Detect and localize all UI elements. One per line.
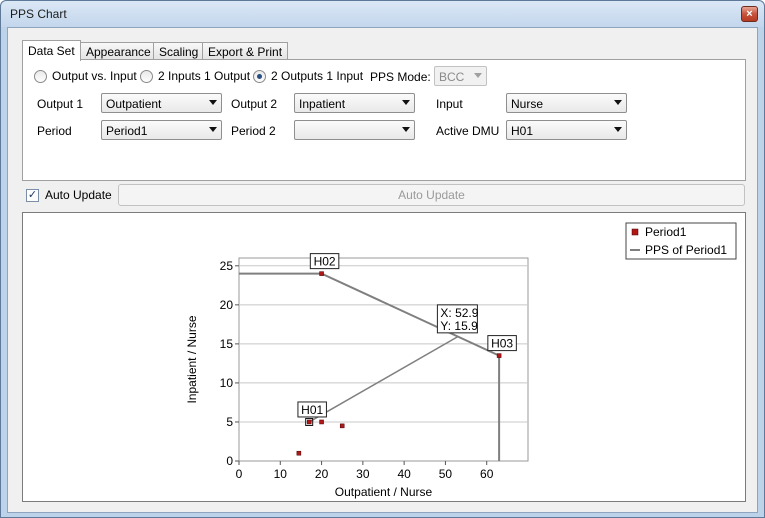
chevron-down-icon [209,100,217,105]
input-value: Nurse [511,97,544,111]
tab-appearance[interactable]: Appearance [80,42,157,60]
window-client-area: Data Set Appearance Scaling Export & Pri… [7,27,758,513]
x-tick-label: 20 [315,467,329,481]
y-tick-label: 20 [220,298,234,312]
point-label: H01 [301,403,323,417]
y-tick-label: 25 [220,259,234,273]
pps-chart: 0 5 10 15 20 25 0 10 20 30 40 50 60 Outpatient / Nurs… [185,222,737,499]
chevron-down-icon [209,127,217,132]
checkmark-icon: ✓ [26,188,39,202]
x-tick-label: 50 [439,467,453,481]
pps-mode-select[interactable]: BCC [434,66,487,86]
radio-output-vs-input[interactable]: Output vs. Input [34,69,137,83]
output1-select[interactable]: Outpatient [101,93,222,113]
period-select[interactable]: Period1 [101,120,222,140]
x-tick-label: 30 [356,467,370,481]
output1-value: Outpatient [106,97,162,111]
radio-label: 2 Outputs 1 Input [271,69,364,83]
data-point [496,353,502,358]
legend-label-pps: PPS of Period1 [645,243,727,257]
chevron-down-icon [614,127,622,132]
output2-value: Inpatient [299,97,346,111]
input-label: Input [436,97,463,111]
tab-label: Scaling [159,45,199,59]
plot-area [238,257,529,462]
radio-label: 2 Inputs 1 Output [158,69,251,83]
radio-indicator [253,69,266,83]
chevron-down-icon [402,100,410,105]
x-tick-label: 40 [397,467,411,481]
input-select[interactable]: Nurse [506,93,627,113]
projection-y-label: Y: 15.9 [440,319,478,333]
data-point [319,419,324,425]
y-tick-label: 5 [226,415,233,429]
y-axis-label: Inpatient / Nurse [185,315,199,403]
pps-mode-value: BCC [439,70,465,84]
data-point [296,450,302,456]
y-tick-label: 10 [220,376,234,390]
y-tick-label: 15 [220,337,234,351]
chevron-down-icon [474,73,482,78]
period2-label: Period 2 [231,124,276,138]
active-dmu-label: Active DMU [436,124,500,138]
active-dmu-value: H01 [511,124,534,138]
projection-x-label: X: 52.9 [440,306,478,320]
pps-mode-label: PPS Mode: [370,70,431,84]
tab-label: Appearance [86,45,151,59]
close-icon: × [746,8,753,20]
auto-update-button[interactable]: Auto Update [118,184,745,206]
active-dmu-select[interactable]: H01 [506,120,627,140]
title-bar[interactable]: PPS Chart × [1,1,764,27]
x-axis-label: Outpatient / Nurse [335,485,433,499]
radio-indicator [140,69,153,83]
tab-label: Export & Print [208,45,283,59]
auto-update-checkbox-label: Auto Update [45,188,112,202]
period-value: Period1 [106,124,148,138]
tab-data-set[interactable]: Data Set [22,40,81,61]
chevron-down-icon [614,100,622,105]
radio-2-inputs-1-output[interactable]: 2 Inputs 1 Output [140,69,250,83]
tab-export-print[interactable]: Export & Print [202,42,289,60]
period2-select[interactable] [294,120,415,140]
legend-label-period1: Period1 [645,225,687,239]
data-set-panel: Output vs. Input 2 Inputs 1 Output 2 Out… [22,59,746,181]
close-button[interactable]: × [741,6,758,22]
radio-indicator [34,69,47,83]
y-tick-label: 0 [226,454,233,468]
output2-select[interactable]: Inpatient [294,93,415,113]
chart-panel: 0 5 10 15 20 25 0 10 20 30 40 50 60 Outpatient / Nurs… [22,212,746,502]
output1-label: Output 1 [37,97,84,111]
x-tick-label: 0 [236,467,243,481]
window-title: PPS Chart [10,7,67,21]
x-tick-label: 10 [274,467,288,481]
output2-label: Output 2 [231,97,278,111]
tab-scaling[interactable]: Scaling [153,42,205,60]
chevron-down-icon [402,127,410,132]
period-label: Period [37,124,72,138]
data-point [319,271,324,276]
data-point [306,419,312,425]
pps-chart-window: PPS Chart × Data Set Appearance Scaling … [0,0,765,518]
data-point [339,423,345,429]
auto-update-checkbox[interactable]: ✓ Auto Update [26,188,112,202]
tab-label: Data Set [28,44,75,58]
point-label: H02 [314,255,336,269]
radio-2-outputs-1-input[interactable]: 2 Outputs 1 Input [253,69,363,83]
point-label: H03 [491,337,513,351]
x-tick-label: 60 [480,467,494,481]
radio-label: Output vs. Input [52,69,137,83]
legend-marker-period1 [631,228,639,236]
